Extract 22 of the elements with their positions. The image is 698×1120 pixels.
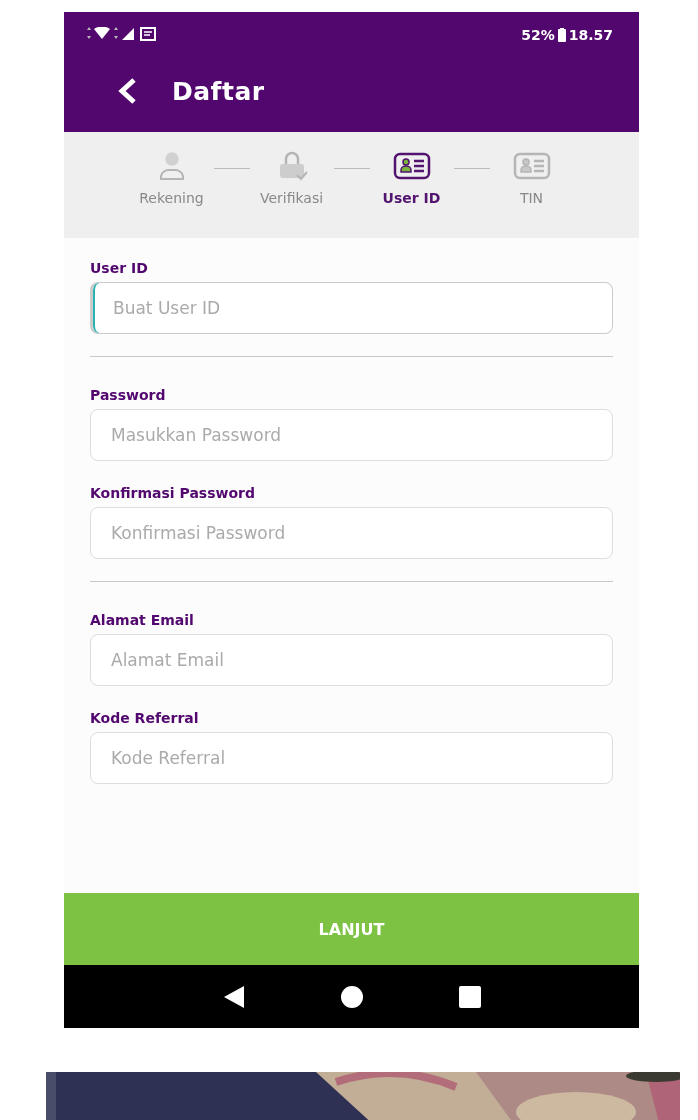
step-label: Verifikasi	[259, 190, 324, 206]
field-label: User ID	[90, 260, 149, 276]
input-field[interactable]: Buat User ID	[90, 282, 613, 334]
screen-title: Daftar	[172, 76, 265, 106]
step-label: TIN	[519, 190, 544, 206]
input-field[interactable]: Alamat Email	[90, 634, 613, 686]
continue-button[interactable]: LANJUT	[64, 893, 639, 965]
battery-icon	[557, 28, 566, 42]
field-label: Konfirmasi Password	[90, 485, 256, 501]
battery-percent: 52%	[521, 27, 555, 43]
step-label: User ID	[382, 190, 441, 206]
input-field[interactable]: Konfirmasi Password	[90, 507, 613, 559]
home-nav-icon[interactable]	[341, 985, 364, 1008]
clock-time: 18.57	[568, 27, 613, 43]
field-label: Kode Referral	[90, 710, 200, 726]
input-field[interactable]: Masukkan Password	[90, 409, 613, 461]
recents-nav-icon[interactable]	[459, 985, 482, 1008]
back-icon[interactable]	[116, 77, 138, 105]
input-field[interactable]: Kode Referral	[90, 732, 613, 784]
field-label: Alamat Email	[90, 612, 195, 628]
step-label: Rekening	[139, 190, 204, 206]
field-label: Password	[90, 387, 167, 403]
